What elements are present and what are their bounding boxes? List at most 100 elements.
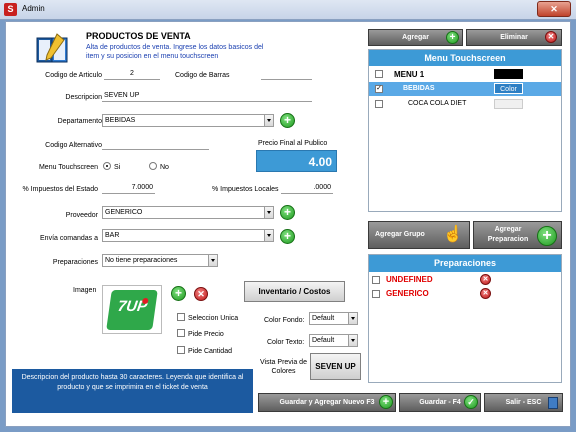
menu-touchscreen-label: Menu Touchscreen [38,164,98,171]
departamento-select[interactable]: BEBIDAS [102,114,274,127]
preparaciones-value: No tiene preparaciones [105,257,178,264]
departamento-value: BEBIDAS [105,117,136,124]
hand-pointer-icon: ☝ [443,226,463,243]
add-envia-comandas-button[interactable]: + [280,229,295,244]
chevron-down-icon[interactable] [348,335,357,346]
chevron-down-icon[interactable] [264,207,273,218]
tree-row-coca-cola-diet[interactable]: COCA COLA DIET [369,98,561,110]
undefined-checkbox[interactable] [372,276,380,284]
pide-precio-checkbox[interactable] [177,329,185,337]
undefined-label: UNDEFINED [386,275,433,284]
impuestos-estado-field[interactable]: 7.0000 [102,182,155,194]
coca-cola-diet-color-swatch[interactable] [494,99,523,109]
seven-up-logo: 7UP [106,290,158,330]
preparaciones-label: Preparaciones [52,259,98,266]
descripcion-field[interactable]: SEVEN UP [102,90,312,102]
pide-precio-label: Pide Precio [188,331,224,338]
guardar-label: Guardar - F4 [419,399,461,406]
coca-cola-diet-checkbox[interactable] [375,100,383,108]
codigo-barras-label: Codigo de Barras [175,72,230,79]
guardar-agregar-label: Guardar y Agregar Nuevo F3 [279,399,375,406]
seleccion-unica-label: Seleccion Unica [188,315,239,322]
chevron-down-icon[interactable] [264,230,273,241]
salir-button[interactable]: Salir - ESC [484,393,563,412]
proveedor-label: Proveedor [65,212,98,219]
menu-touchscreen-title: Menu Touchscreen [369,50,561,66]
envia-comandas-value: BAR [105,232,120,239]
codigo-barras-field[interactable] [261,68,312,80]
color-texto-label: Color Texto: [267,339,305,346]
precio-final-field[interactable]: 4.00 [256,150,337,172]
salir-label: Salir - ESC [505,399,542,406]
preparaciones-panel: Preparaciones UNDEFINED ✕ GENERICO ✕ [368,254,562,383]
add-departamento-button[interactable]: + [280,113,295,128]
page-title: PRODUCTOS DE VENTA [86,31,191,41]
agregar-button[interactable]: Agregar + [368,29,463,46]
add-image-button[interactable]: + [171,286,186,301]
plus-icon: + [446,31,459,44]
chevron-down-icon[interactable] [348,313,357,324]
envia-comandas-label: Envía comandas a [40,235,98,242]
vista-previa-label: Vista Previa de Colores [260,359,307,375]
seleccion-unica-checkbox[interactable] [177,313,185,321]
proveedor-value: GENERICO [105,209,143,216]
remove-undefined-button[interactable]: ✕ [480,274,491,285]
menu-1-checkbox[interactable] [375,70,383,78]
title-bar: S Admin ✕ [0,0,576,20]
chevron-down-icon[interactable] [208,255,217,266]
preparaciones-select[interactable]: No tiene preparaciones [102,254,218,267]
bebidas-checkbox[interactable]: ✓ [375,85,383,93]
agregar-preparacion-button[interactable]: Agregar Preparacion + [473,221,562,249]
eliminar-button[interactable]: Eliminar ✕ [466,29,562,46]
eliminar-label: Eliminar [500,34,528,41]
book-icon [33,32,71,68]
preparaciones-title: Preparaciones [369,255,561,272]
proveedor-select[interactable]: GENERICO [102,206,274,219]
agregar-grupo-button[interactable]: Agregar Grupo ☝ [368,221,470,249]
menu-1-label: MENU 1 [394,70,425,79]
codigo-articulo-label: Codigo de Articulo [45,72,102,79]
page-subtitle: Alta de productos de venta. Ingrese los … [86,44,264,60]
window-close-button[interactable]: ✕ [537,1,571,17]
agregar-preparacion-label: Agregar Preparacion [487,226,529,243]
close-icon: ✕ [545,31,557,43]
imagen-label: Imagen [73,287,97,294]
color-fondo-select[interactable]: Default [309,312,358,325]
menu-1-color-swatch[interactable] [494,69,523,79]
pide-cantidad-checkbox[interactable] [177,346,185,354]
departamento-label: Departamento [57,118,102,125]
prep-row-undefined[interactable]: UNDEFINED ✕ [369,274,561,287]
menu-touchscreen-no-radio[interactable] [149,162,157,170]
color-texto-select[interactable]: Default [309,334,358,347]
impuestos-locales-field[interactable]: .0000 [281,182,333,194]
menu-touchscreen-si-radio[interactable] [103,162,111,170]
envia-comandas-select[interactable]: BAR [102,229,274,242]
window-title: Admin [22,4,45,13]
guardar-agregar-button[interactable]: Guardar y Agregar Nuevo F3 + [258,393,396,412]
color-fondo-label: Color Fondo: [264,317,305,324]
add-proveedor-button[interactable]: + [280,205,295,220]
tree-row-bebidas[interactable]: ✓ BEBIDAS Color [369,82,561,96]
generico-label: GENERICO [386,289,429,298]
bebidas-color-button[interactable]: Color [494,83,523,94]
color-fondo-value: Default [312,315,335,322]
codigo-articulo-field[interactable]: 2 [104,68,160,80]
guardar-button[interactable]: Guardar - F4 ✓ [399,393,481,412]
agregar-grupo-label: Agregar Grupo [375,231,425,238]
menu-touchscreen-panel: Menu Touchscreen MENU 1 ✓ BEBIDAS Color … [368,49,562,212]
plus-icon: + [537,226,557,246]
generico-checkbox[interactable] [372,290,380,298]
prep-row-generico[interactable]: GENERICO ✕ [369,288,561,301]
menu-touchscreen-no-label: No [160,164,169,171]
tree-row-menu-1[interactable]: MENU 1 [369,68,561,80]
coca-cola-diet-label: COCA COLA DIET [408,100,467,107]
remove-generico-button[interactable]: ✕ [480,288,491,299]
inventario-costos-button[interactable]: Inventario / Costos [244,281,345,302]
codigo-alternativo-field[interactable] [102,138,209,150]
impuestos-locales-label: % Impuestos Locales [212,186,279,193]
remove-image-button[interactable]: ✕ [194,287,208,301]
descripcion-label: Descripcion [65,94,102,101]
product-image[interactable]: 7UP [102,285,162,334]
codigo-alternativo-label: Codigo Alternativo [45,142,102,149]
chevron-down-icon[interactable] [264,115,273,126]
